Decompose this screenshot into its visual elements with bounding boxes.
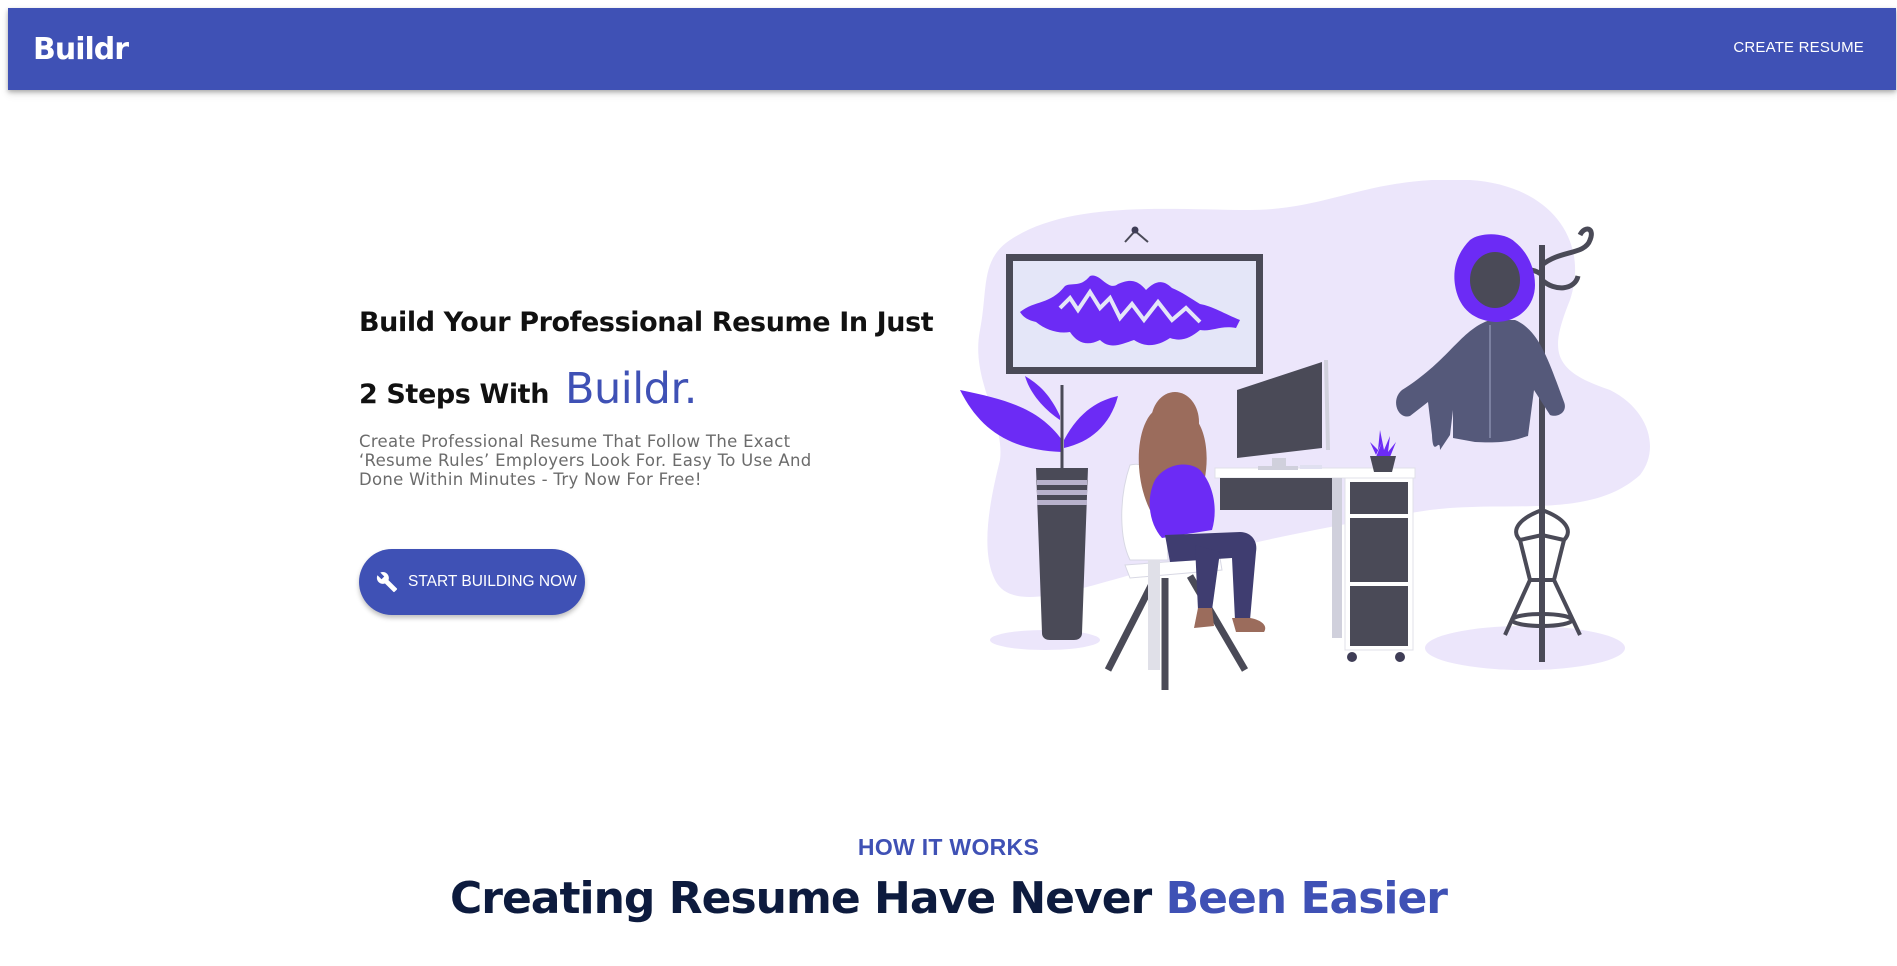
wrench-icon bbox=[376, 571, 398, 593]
hero-title: Build Your Professional Resume In Just 2… bbox=[359, 290, 959, 428]
top-navbar: Buildr CREATE RESUME bbox=[8, 8, 1896, 90]
hero-title-brand: Buildr. bbox=[565, 364, 697, 414]
how-it-works-title-accent: Been Easier bbox=[1165, 873, 1448, 924]
how-it-works-title-main: Creating Resume Have Never bbox=[449, 873, 1152, 924]
hero-illustration bbox=[960, 180, 1650, 690]
hero-title-line2: 2 Steps With bbox=[359, 379, 550, 410]
hero-description: Create Professional Resume That Follow T… bbox=[359, 432, 812, 489]
hero-title-line2-wrap: 2 Steps With Buildr. bbox=[359, 356, 959, 428]
create-resume-link[interactable]: CREATE RESUME bbox=[1733, 39, 1864, 56]
start-building-label: START BUILDING NOW bbox=[408, 573, 577, 590]
how-it-works-label: HOW IT WORKS bbox=[857, 834, 1040, 860]
brand-logo[interactable]: Buildr bbox=[33, 32, 129, 67]
hero-title-line1: Build Your Professional Resume In Just bbox=[359, 307, 934, 338]
how-it-works-title: Creating Resume Have Never Been Easier bbox=[0, 873, 1897, 924]
floor-shadow-right bbox=[1425, 626, 1625, 670]
start-building-button[interactable]: START BUILDING NOW bbox=[359, 549, 585, 615]
